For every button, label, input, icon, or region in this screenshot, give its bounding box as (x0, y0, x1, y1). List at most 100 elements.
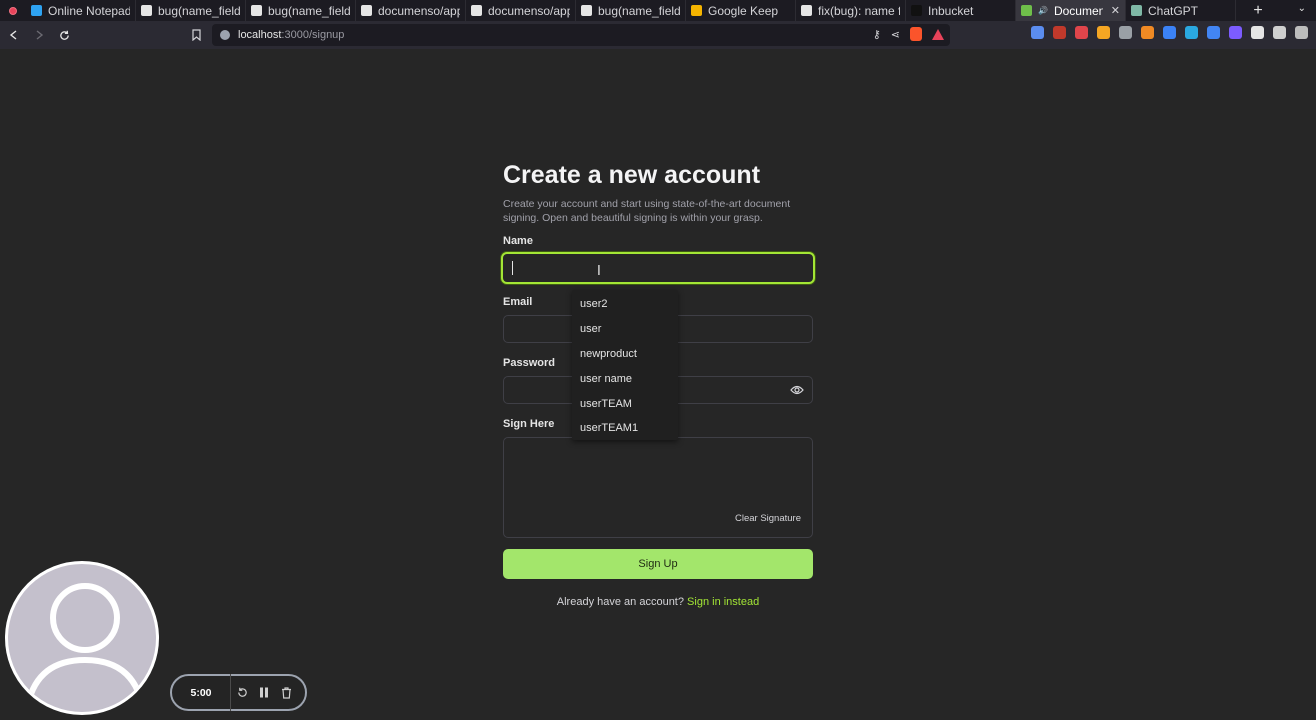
tab-title: bug(name_field): (268, 3, 350, 18)
menu-icon[interactable] (1295, 26, 1308, 39)
sign-in-link[interactable]: Sign in instead (687, 596, 759, 608)
share-icon[interactable]: ⋖ (891, 28, 900, 41)
autocomplete-option[interactable]: newproduct (572, 342, 678, 367)
password-label: Password (503, 357, 555, 369)
autocomplete-option[interactable]: user (572, 317, 678, 342)
extension-icon[interactable] (1031, 26, 1044, 39)
autocomplete-option[interactable]: userTEAM (572, 391, 678, 416)
bookmark-icon[interactable] (189, 26, 203, 44)
tab-title: Inbucket (928, 3, 974, 18)
address-bar[interactable]: localhost:3000/signup ⚷ ⋖ (212, 24, 950, 46)
trash-icon (281, 686, 291, 699)
back-icon (9, 30, 17, 40)
brave-rewards-icon[interactable] (932, 28, 944, 40)
name-label: Name (503, 235, 533, 247)
signature-pad[interactable]: Clear Signature (503, 437, 813, 538)
reload-icon (59, 30, 69, 40)
recording-controls: 5:00 (170, 674, 307, 711)
navigation-bar: localhost:3000/signup ⚷ ⋖ (0, 21, 1316, 49)
extensions-puzzle-icon[interactable] (1273, 26, 1286, 39)
extension-icon[interactable] (1119, 26, 1132, 39)
tab-bar: Online Notepad bug(name_field): bug(name_f… (0, 0, 1316, 21)
text-caret (512, 261, 513, 275)
pause-recording-button[interactable] (253, 687, 275, 698)
forward-icon (36, 30, 44, 40)
tab-audio-icon[interactable]: 🔊 (1038, 6, 1048, 15)
browser-tab[interactable]: documenso/apps/ (356, 0, 466, 21)
autocomplete-option[interactable]: user name (572, 366, 678, 391)
close-tab-icon[interactable]: ✕ (1111, 4, 1120, 17)
tab-title: ChatGPT (1148, 3, 1199, 18)
tab-favicon-icon (801, 5, 812, 16)
tab-favicon-icon (1021, 5, 1032, 16)
browser-tab[interactable]: ChatGPT (1126, 0, 1236, 21)
browser-tab[interactable]: Online Notepad (26, 0, 136, 21)
autocomplete-option[interactable]: user2 (572, 292, 678, 317)
browser-menu-icon[interactable] (0, 0, 26, 21)
restart-icon (237, 687, 247, 697)
browser-tab[interactable]: documenso/apps/ (466, 0, 576, 21)
tab-favicon-icon (911, 5, 922, 16)
extension-icon[interactable] (1163, 26, 1176, 39)
tab-title: Online Notepad (48, 3, 130, 18)
lock-icon[interactable] (1251, 26, 1264, 39)
tab-favicon-icon (141, 5, 152, 16)
browser-tab[interactable]: bug(name_field): (246, 0, 356, 21)
tab-list-chevron-icon[interactable]: ⌄ (1298, 3, 1306, 14)
text-cursor-icon: I (597, 264, 601, 279)
back-button[interactable] (3, 24, 25, 46)
show-password-icon[interactable] (790, 384, 804, 396)
extension-toolbar (1031, 26, 1308, 39)
sign-up-button[interactable]: Sign Up (503, 549, 813, 579)
reload-button[interactable] (53, 24, 75, 46)
tab-title: fix(bug): name fie (818, 3, 900, 18)
key-icon[interactable]: ⚷ (873, 28, 881, 41)
email-label: Email (503, 296, 533, 308)
pause-icon (260, 687, 268, 698)
clear-signature-button[interactable]: Clear Signature (735, 513, 801, 524)
browser-tab[interactable]: Inbucket (906, 0, 1016, 21)
extension-icon[interactable] (1229, 26, 1242, 39)
url-text[interactable]: localhost:3000/signup (238, 29, 344, 41)
recording-timer: 5:00 (190, 686, 212, 699)
tab-favicon-icon (1131, 5, 1142, 16)
user-icon (25, 583, 145, 705)
tab-title: bug(name_field): (158, 3, 240, 18)
site-info-icon[interactable] (220, 30, 230, 40)
page-title: Create a new account (503, 161, 761, 189)
tab-favicon-icon (691, 5, 702, 16)
forward-button[interactable] (28, 24, 50, 46)
browser-tab[interactable]: 🔊 Documenso ✕ (1016, 0, 1126, 21)
tab-favicon-icon (581, 5, 592, 16)
page-subtitle: Create your account and start using stat… (503, 198, 791, 224)
tab-favicon-icon (361, 5, 372, 16)
autocomplete-option[interactable]: userTEAM1 (572, 416, 678, 441)
signature-label: Sign Here (503, 418, 555, 430)
extension-icon[interactable] (1185, 26, 1198, 39)
autocomplete-dropdown: user2 user newproduct user name userTEAM… (572, 290, 678, 440)
tab-title: Documenso (1053, 3, 1103, 18)
browser-tab[interactable]: Google Keep (686, 0, 796, 21)
restart-recording-button[interactable] (231, 687, 253, 698)
tab-favicon-icon (31, 5, 42, 16)
webcam-avatar (5, 561, 159, 715)
browser-tab[interactable]: fix(bug): name fie (796, 0, 906, 21)
tab-favicon-icon (251, 5, 262, 16)
tab-favicon-icon (471, 5, 482, 16)
tab-title: documenso/apps/ (488, 3, 570, 18)
tab-title: Google Keep (708, 3, 779, 18)
browser-tab[interactable]: bug(name_field): (136, 0, 246, 21)
signup-form: Create a new account Create your account… (501, 160, 815, 608)
new-tab-button[interactable]: + (1244, 0, 1272, 21)
brave-shields-icon[interactable] (910, 27, 922, 41)
browser-tab[interactable]: bug(name_field): (576, 0, 686, 21)
sign-in-prompt: Already have an account? Sign in instead (503, 596, 813, 608)
extension-icon[interactable] (1075, 26, 1088, 39)
extension-icon[interactable] (1141, 26, 1154, 39)
delete-recording-button[interactable] (275, 686, 297, 699)
sign-in-prompt-text: Already have an account? (556, 596, 684, 608)
name-input[interactable]: I (501, 252, 815, 284)
extension-icon[interactable] (1097, 26, 1110, 39)
ublock-icon[interactable] (1053, 26, 1066, 39)
translate-icon[interactable] (1207, 26, 1220, 39)
